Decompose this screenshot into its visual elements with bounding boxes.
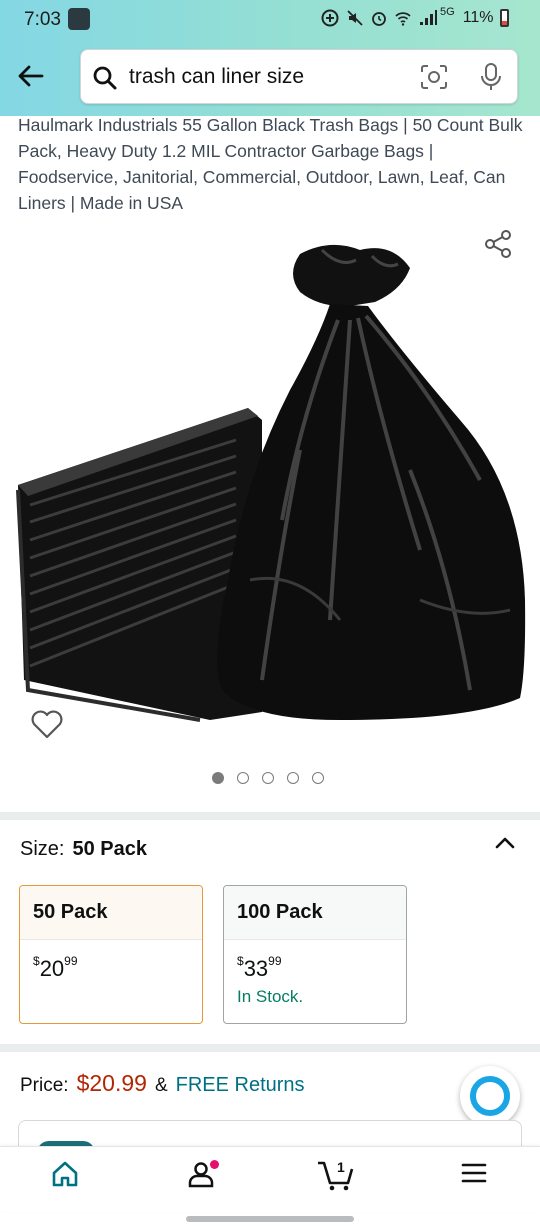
size-option-price: $2099 — [20, 940, 202, 982]
price-value: $20.99 — [76, 1070, 147, 1096]
mute-icon — [347, 10, 363, 26]
carousel-dots — [212, 772, 324, 784]
chevron-up-icon[interactable] — [492, 832, 518, 854]
size-option-price: $3399 — [224, 940, 406, 982]
header: 7:03 5G 11% — [0, 0, 540, 116]
product-title[interactable]: Haulmark Industrials 55 Gallon Black Tra… — [18, 112, 526, 216]
size-option-50-pack[interactable]: 50 Pack $2099 — [19, 885, 203, 1024]
app-root: 7:03 5G 11% Haulmark Industrials 55 Ga — [0, 0, 540, 1230]
price-label: Price: — [20, 1075, 69, 1096]
carousel-dot[interactable] — [212, 772, 224, 784]
nav-account[interactable] — [186, 1159, 219, 1194]
network-type: 5G — [440, 6, 455, 18]
bottom-navigation: 1 — [0, 1146, 540, 1212]
carousel-dot[interactable] — [312, 772, 324, 784]
camera-search-icon[interactable] — [419, 63, 449, 91]
notification-dot — [210, 1160, 219, 1169]
share-icon[interactable] — [482, 228, 514, 260]
free-returns-link[interactable]: FREE Returns — [176, 1074, 305, 1097]
wishlist-heart-icon[interactable] — [30, 710, 64, 740]
size-label: Size: — [20, 838, 65, 860]
price-currency: $ — [33, 953, 40, 968]
search-icon — [93, 66, 117, 90]
search-bar[interactable] — [80, 49, 518, 104]
status-icons: 5G 11% — [320, 6, 509, 28]
size-option-name: 100 Pack — [224, 886, 406, 940]
price-currency: $ — [237, 953, 244, 968]
price-fraction: 99 — [268, 953, 282, 968]
cart-count: 1 — [337, 1159, 345, 1175]
price-row: Price: $20.99 & FREE Returns — [20, 1070, 305, 1097]
battery-percent: 11% — [462, 9, 494, 26]
section-divider — [0, 812, 540, 820]
alexa-button[interactable] — [460, 1066, 520, 1126]
size-selection-header: Size: 50 Pack — [20, 838, 147, 861]
filled-bag-graphic — [217, 244, 526, 720]
battery-icon — [499, 9, 509, 27]
size-option-name: 50 Pack — [20, 886, 202, 940]
search-input[interactable] — [129, 60, 389, 94]
price-fraction: 99 — [64, 953, 78, 968]
home-icon — [52, 1161, 78, 1187]
back-button[interactable] — [12, 58, 48, 94]
section-divider — [0, 1044, 540, 1052]
price-connector: & — [154, 1075, 168, 1096]
price-whole: 33 — [243, 956, 269, 981]
stock-status: In Stock. — [237, 987, 304, 1006]
price-whole: 20 — [39, 956, 65, 981]
selected-size-value: 50 Pack — [72, 838, 147, 860]
menu-icon — [461, 1163, 487, 1183]
nav-cart[interactable]: 1 — [316, 1159, 356, 1198]
product-image[interactable] — [0, 220, 540, 740]
status-time: 7:03 — [24, 9, 61, 30]
gesture-bar[interactable] — [186, 1216, 354, 1222]
carousel-dot[interactable] — [237, 772, 249, 784]
signal-icon — [420, 10, 437, 25]
product-image-carousel[interactable] — [0, 220, 540, 810]
alexa-icon — [470, 1076, 510, 1116]
app-notification-icon — [68, 8, 90, 30]
cart-icon — [318, 1161, 354, 1191]
alarm-icon — [372, 12, 386, 26]
carousel-dot[interactable] — [287, 772, 299, 784]
wifi-icon — [395, 12, 411, 26]
data-saver-icon — [321, 9, 339, 27]
carousel-dot[interactable] — [262, 772, 274, 784]
back-arrow-icon — [18, 65, 44, 87]
nav-home[interactable] — [50, 1159, 80, 1194]
size-option-100-pack[interactable]: 100 Pack $3399 In Stock. — [223, 885, 407, 1024]
microphone-icon[interactable] — [479, 62, 503, 92]
status-bar: 7:03 5G 11% — [0, 0, 540, 40]
nav-menu[interactable] — [460, 1159, 488, 1192]
